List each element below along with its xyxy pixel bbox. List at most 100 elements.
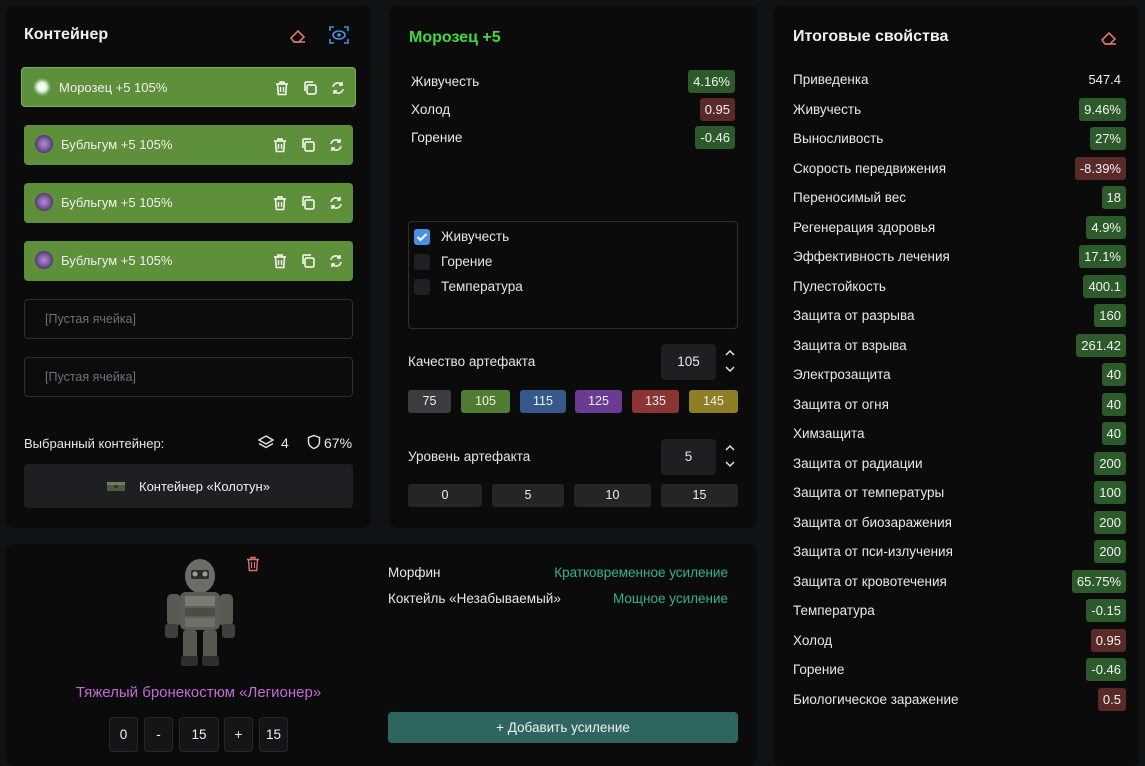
total-stat-value: -8.39% [1074,156,1126,180]
delete-armor-icon[interactable] [246,556,260,572]
total-stat-label: Защита от кровотечения [793,573,947,589]
copy-icon[interactable] [299,194,317,212]
quality-input[interactable]: 105 [661,344,716,380]
eraser-icon[interactable] [288,26,308,46]
slot-actions [273,79,347,97]
quality-preset-button[interactable]: 75 [408,390,451,413]
stat-value-badge: -0.46 [695,126,735,149]
level-up-icon[interactable] [723,441,737,455]
total-stat-value: 40 [1101,422,1126,445]
artifact-stat-row: Горение -0.46 [411,126,735,150]
replace-icon[interactable] [329,79,347,97]
add-boost-button[interactable]: + Добавить усиление [388,712,738,743]
armor-name: Тяжелый бронекостюм «Легионер» [75,684,322,701]
container-slot[interactable]: Морозец +5 105% [21,67,356,107]
stat-label: Холод [411,102,451,117]
quality-preset-button[interactable]: 135 [632,390,679,413]
boost-effect-link[interactable]: Кратковременное усиление [554,565,728,580]
total-stat-label: Защита от огня [793,396,889,412]
container-select-button[interactable]: Контейнер «Колотун» [24,464,353,508]
total-stat-label: Выносливость [793,131,884,146]
artifact-stat-row: Холод 0.95 [411,98,735,122]
boost-item-name: Коктейль «Незабываемый» [388,591,561,606]
replace-icon[interactable] [327,136,345,154]
empty-container-slot[interactable]: [Пустая ячейка] [24,357,353,397]
level-max-button[interactable]: 15 [259,717,288,752]
total-stat-row: Электрозащита 40 [793,363,1126,387]
quality-preset-button[interactable]: 125 [575,390,622,413]
level-decrease-button[interactable]: - [144,717,173,752]
checkbox[interactable] [414,254,430,270]
checkbox-label: Горение [441,254,493,269]
quality-preset-button[interactable]: 115 [520,390,566,413]
total-stat-value: 200 [1094,451,1126,475]
artifact-panel: Морозец +5 Живучесть 4.16% Холод 0.95 Горени… [389,6,757,528]
copy-icon[interactable] [299,252,317,270]
slot-label: Морозец +5 105% [59,80,168,95]
stat-label: Горение [411,130,463,145]
total-stat-row: Температура -0.15 [793,599,1126,623]
checkbox-label: Живучесть [441,229,510,244]
total-stat-value: 200 [1094,510,1126,534]
bubblegum-artifact-icon [35,193,53,211]
total-stat-value: 4.9% [1086,215,1126,239]
boost-effect-link[interactable]: Мощное усиление [613,591,728,606]
total-stat-row: Защита от взрыва 261.42 [793,333,1126,358]
copy-icon[interactable] [299,136,317,154]
empty-container-slot[interactable]: [Пустая ячейка] [24,299,353,339]
replace-icon[interactable] [327,252,345,270]
stat-value-badge: 4.16% [688,70,735,93]
slot-label: Бубльгум +5 105% [61,253,173,268]
checkbox-checked[interactable] [414,229,430,245]
stat-value-badge: 0.95 [699,98,735,121]
trash-icon[interactable] [271,194,289,212]
view-eye-icon[interactable] [328,24,350,46]
total-stat-value: 261.42 [1076,333,1126,357]
quality-up-icon[interactable] [723,346,737,360]
level-input[interactable]: 5 [661,439,716,475]
total-stat-value: 0.95 [1090,628,1126,652]
level-down-icon[interactable] [723,457,737,471]
total-stat-value: 27% [1089,127,1126,150]
quality-preset-button[interactable]: 105 [461,390,510,413]
total-stat-value: 17.1% [1079,245,1126,268]
container-slot[interactable]: Бубльгум +5 105% [24,183,353,223]
boost-item-name: Морфин [388,565,441,580]
level-preset-button[interactable]: 5 [492,484,564,507]
total-stat-value: 100 [1094,481,1126,504]
copy-icon[interactable] [301,79,319,97]
total-stat-row: Эффективность лечения 17.1% [793,245,1126,269]
total-stat-value: 18 [1101,186,1126,209]
level-preset-button[interactable]: 10 [574,484,651,507]
level-min-button[interactable]: 0 [109,717,138,752]
total-stat-label: Защита от пси-излучения [793,544,953,559]
total-stat-label: Защита от температуры [793,485,945,500]
container-slot[interactable]: Бубльгум +5 105% [24,241,353,281]
totals-panel: Итоговые свойства Приведенка 547.4 Живучес… [773,6,1139,766]
trash-icon[interactable] [273,79,291,97]
container-name: Контейнер «Колотун» [139,479,270,494]
eraser-icon[interactable] [1099,28,1119,48]
total-stat-value: 400.1 [1083,274,1126,298]
quality-down-icon[interactable] [723,362,737,376]
level-increase-button[interactable]: + [224,717,253,752]
trash-icon[interactable] [271,136,289,154]
total-stat-row: Скорость передвижения -8.39% [793,156,1126,181]
level-preset-button[interactable]: 15 [661,484,738,507]
armor-level-input[interactable]: 15 [179,717,219,752]
total-stat-label: Регенерация здоровья [793,219,936,235]
container-slot[interactable]: Бубльгум +5 105% [24,125,353,165]
totals-title: Итоговые свойства [793,28,949,45]
level-preset-button[interactable]: 0 [408,484,482,507]
container-slot-count: 4 [281,435,289,451]
replace-icon[interactable] [327,194,345,212]
armor-panel: Тяжелый бронекостюм «Легионер» 0 - 15 + … [6,544,757,766]
checkbox[interactable] [414,279,430,295]
container-box-icon [106,479,126,493]
total-stat-row: Горение -0.46 [793,658,1126,682]
quality-label: Качество артефакта [408,354,536,369]
quality-preset-button[interactable]: 145 [689,390,738,413]
total-stat-value: 9.46% [1079,97,1126,121]
trash-icon[interactable] [271,252,289,270]
total-stat-value: 160 [1094,304,1126,327]
